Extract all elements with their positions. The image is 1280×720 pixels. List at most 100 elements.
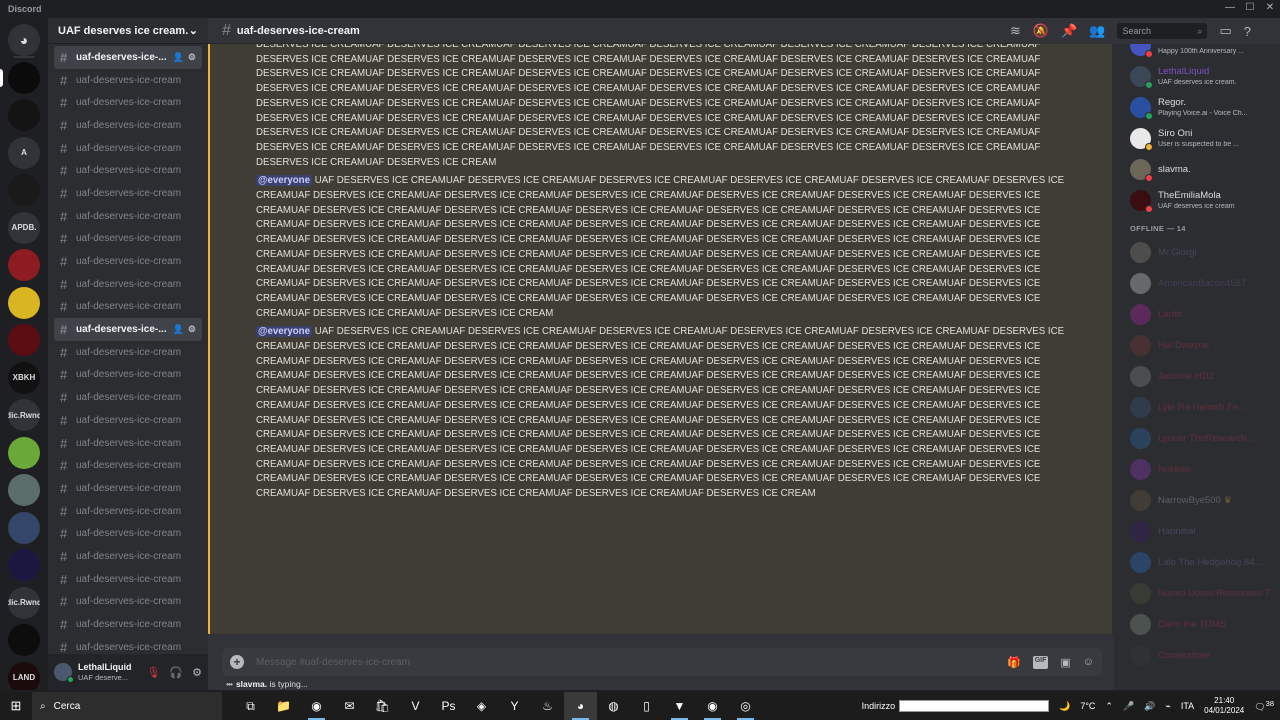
channel-item[interactable]: # uaf-deserves-ice-cream xyxy=(54,432,202,455)
gif-icon[interactable]: GIF xyxy=(1032,655,1049,669)
message-input[interactable]: Message #uaf-deserves-ice-cream xyxy=(256,657,410,668)
server-icon-server-darkred[interactable] xyxy=(8,324,40,356)
server-icon-server-apdb[interactable]: APDB. xyxy=(8,211,40,244)
language-indicator[interactable]: ITA xyxy=(1181,701,1194,711)
chevron-up-icon[interactable]: ⌃ xyxy=(1105,701,1113,712)
task-view-icon[interactable]: ⧉ xyxy=(234,692,267,720)
server-icon-server-a[interactable]: A xyxy=(8,136,40,169)
member-item[interactable]: ETS2Fanatic4581mrsHappy 100th Anniversar… xyxy=(1114,44,1280,61)
clock[interactable]: 21:40 04/01/2024 xyxy=(1204,696,1244,715)
app-browser-icon[interactable]: ◈ xyxy=(465,692,498,720)
threads-icon[interactable]: ≋ xyxy=(1010,23,1021,39)
maximize-button[interactable]: ☐ xyxy=(1240,0,1260,18)
member-item[interactable]: slavma. xyxy=(1114,154,1280,185)
sticker-icon[interactable]: ▣ xyxy=(1060,656,1070,669)
gift-icon[interactable]: 🎁 xyxy=(1007,656,1021,669)
guild-header[interactable]: UAF deserves ice cream. ⌄ xyxy=(48,18,208,44)
server-icon-server-red[interactable] xyxy=(8,249,40,281)
server-icon-server-black[interactable] xyxy=(8,624,40,656)
taskbar-search[interactable]: ⌕ Cerca xyxy=(32,692,222,720)
member-item[interactable]: Jabrone HDZ xyxy=(1114,361,1280,392)
channel-item[interactable]: # uaf-deserves-ice-cream xyxy=(54,205,202,228)
volume-icon[interactable]: 🔊 xyxy=(1144,701,1155,712)
channel-item[interactable]: # uaf-deserves-ice-cream xyxy=(54,341,202,364)
channel-item[interactable]: # uaf-deserves-ice-cream xyxy=(54,454,202,477)
vegas-icon[interactable]: V xyxy=(399,692,432,720)
member-item[interactable]: AmericanBacon4567 xyxy=(1114,268,1280,299)
channel-item[interactable]: # uaf-deserves-ice-cream xyxy=(54,636,202,654)
channel-item[interactable]: # uaf-deserves-ice-... 👤 ⚙ xyxy=(54,46,202,69)
notification-bell-muted-icon[interactable]: 🔕 xyxy=(1033,23,1049,39)
yt-app-icon[interactable]: Y xyxy=(498,692,531,720)
server-icon-server-person[interactable] xyxy=(8,511,40,544)
channel-item[interactable]: # uaf-deserves-ice-cream xyxy=(54,500,202,523)
member-list-icon[interactable]: 👥 xyxy=(1089,23,1105,39)
member-item[interactable]: Hal Dwayne xyxy=(1114,330,1280,361)
inbox-icon[interactable]: ▭ xyxy=(1219,23,1231,39)
file-explorer-icon[interactable]: 📁 xyxy=(267,692,300,720)
everyone-mention[interactable]: @everyone xyxy=(256,326,312,338)
minimize-button[interactable]: — xyxy=(1220,0,1240,18)
server-icon-server-hand[interactable] xyxy=(8,174,40,206)
channel-item[interactable]: # uaf-deserves-ice-cream xyxy=(54,228,202,251)
member-item[interactable]: TheEmiliaMola UAF deserves ice cream xyxy=(1114,185,1280,216)
address-input[interactable] xyxy=(899,700,1050,712)
mail-icon[interactable]: ✉ xyxy=(333,692,366,720)
channel-item[interactable]: # uaf-deserves-ice-cream xyxy=(54,250,202,273)
server-icon-server-yellow[interactable] xyxy=(8,286,40,319)
server-icon-server-xbkn[interactable]: XBKH xyxy=(8,361,40,394)
windows-start-icon[interactable]: ⊞ xyxy=(0,698,32,714)
member-item[interactable]: Hannibal xyxy=(1114,516,1280,547)
member-item[interactable]: LethalLiquid UAF deserves ice cream. xyxy=(1114,61,1280,92)
microphone-icon[interactable]: 🎤 xyxy=(1123,701,1134,712)
chrome-profile-icon[interactable]: ◉ xyxy=(696,692,729,720)
emoji-icon[interactable]: ☺ xyxy=(1083,656,1094,669)
server-icon-server-jdic2[interactable]: Jdic.Rwnds xyxy=(8,586,40,619)
channel-item[interactable]: # uaf-deserves-ice-cream xyxy=(54,545,202,568)
member-item[interactable]: Lyoner TheResearch... xyxy=(1114,423,1280,454)
channel-item[interactable]: # uaf-deserves-ice-cream xyxy=(54,522,202,545)
channel-item[interactable]: # uaf-deserves-ice-cream xyxy=(54,591,202,614)
channel-item[interactable]: # uaf-deserves-ice-cream xyxy=(54,273,202,296)
photoshop-icon[interactable]: Ps xyxy=(432,692,465,720)
message-list[interactable]: DESERVES ICE CREAMUAF DESERVES ICE CREAM… xyxy=(208,44,1114,634)
channel-item[interactable]: # uaf-deserves-ice-... 👤 ⚙ xyxy=(54,318,202,341)
obs-icon[interactable]: ◎ xyxy=(729,692,762,720)
member-item[interactable]: Lyle Ra Hamish Fe... xyxy=(1114,392,1280,423)
channel-item[interactable]: # uaf-deserves-ice-cream xyxy=(54,182,202,205)
channel-item[interactable]: # uaf-deserves-ice-cream xyxy=(54,477,202,500)
mute-microphone-icon[interactable]: 🎙 xyxy=(146,666,160,679)
discord-icon[interactable]: ◕ xyxy=(564,692,597,720)
store-icon[interactable]: 🛍 xyxy=(366,692,399,720)
member-item[interactable]: Nokken xyxy=(1114,454,1280,485)
close-button[interactable]: ✕ xyxy=(1260,0,1280,18)
help-icon[interactable]: ? xyxy=(1244,24,1251,39)
server-icon-server-gray[interactable] xyxy=(8,474,40,506)
member-item[interactable]: Mr.Giorgi xyxy=(1114,237,1280,268)
invite-icon[interactable]: 👤 xyxy=(173,52,184,63)
fl-studio-icon[interactable]: ♨ xyxy=(531,692,564,720)
server-icon-server-purple[interactable] xyxy=(8,549,40,581)
everyone-mention[interactable]: @everyone xyxy=(256,175,312,187)
server-icon-server-land[interactable]: LAND xyxy=(8,661,40,690)
member-item[interactable]: Lanfo xyxy=(1114,299,1280,330)
channel-item[interactable]: # uaf-deserves-ice-cream xyxy=(54,386,202,409)
channel-item[interactable]: # uaf-deserves-ice-cream xyxy=(54,91,202,114)
member-item[interactable]: Nuovo Uomo Rossonero 7 xyxy=(1114,578,1280,609)
message-composer[interactable]: + Message #uaf-deserves-ice-cream 🎁 GIF … xyxy=(222,648,1102,676)
gear-icon[interactable]: ⚙ xyxy=(188,52,196,63)
headphones-icon[interactable]: 🎧 xyxy=(169,666,183,679)
member-item[interactable]: NarrowBye500 ♛ xyxy=(1114,485,1280,516)
channel-item[interactable]: # uaf-deserves-ice-cream xyxy=(54,137,202,160)
channel-item[interactable]: # uaf-deserves-ice-cream xyxy=(54,568,202,591)
channel-item[interactable]: # uaf-deserves-ice-cream xyxy=(54,409,202,432)
server-icon-server-jdic1[interactable]: Jdic.Rwnds xyxy=(8,399,40,431)
network-icon[interactable]: ⌁ xyxy=(1165,701,1170,712)
notifications-icon[interactable]: 🗨38 xyxy=(1254,699,1274,713)
notepad-icon[interactable]: ▯ xyxy=(630,692,663,720)
search-input[interactable]: Search ⌕ xyxy=(1117,23,1208,39)
server-icon-server-colorful[interactable] xyxy=(8,436,40,469)
gear-icon[interactable]: ⚙ xyxy=(192,666,202,679)
channel-item[interactable]: # uaf-deserves-ice-cream xyxy=(54,69,202,92)
member-item[interactable]: Cornerstone xyxy=(1114,640,1280,671)
